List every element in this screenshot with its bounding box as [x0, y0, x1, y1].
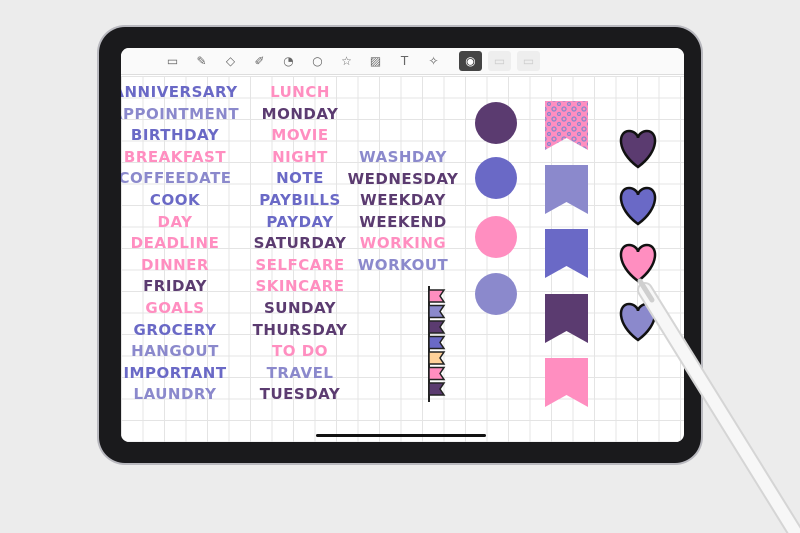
- sticker-word[interactable]: IMPORTANT: [123, 364, 226, 382]
- sticker-word[interactable]: PAYDAY: [266, 213, 333, 231]
- sticker-word[interactable]: PAYBILLS: [259, 191, 341, 209]
- sticker-word[interactable]: SUNDAY: [264, 299, 336, 317]
- mini-flag[interactable]: [428, 351, 446, 365]
- sticker-word[interactable]: GOALS: [145, 299, 204, 317]
- sticker-word[interactable]: DEADLINE: [131, 234, 220, 252]
- heart-sticker[interactable]: [619, 186, 657, 226]
- banner-sticker[interactable]: [545, 229, 588, 278]
- sticker-word[interactable]: TRAVEL: [267, 364, 334, 382]
- text-icon[interactable]: T: [393, 51, 416, 71]
- sticker-word[interactable]: TO DO: [272, 342, 328, 360]
- pen-icon[interactable]: ✎: [190, 51, 213, 71]
- banner-sticker[interactable]: [545, 358, 588, 407]
- app-screen: ▭ ✎ ◇ ✐ ◔ ○ ☆ ▨ T ✧ ◉ ▭ ▭ ANNIVERSARY APPOINTMENT BIRT…: [121, 48, 684, 442]
- mini-flag[interactable]: [428, 289, 446, 303]
- sticker-word[interactable]: FRIDAY: [143, 277, 207, 295]
- color-circle[interactable]: [475, 102, 517, 144]
- lasso-icon[interactable]: ○: [306, 51, 329, 71]
- pages-icon[interactable]: ▭: [161, 51, 184, 71]
- sticker-word[interactable]: LAUNDRY: [134, 385, 217, 403]
- mini-flag[interactable]: [428, 366, 446, 381]
- sticker-word[interactable]: HANGOUT: [131, 342, 219, 360]
- home-indicator: [316, 434, 486, 437]
- sticker-word[interactable]: APPOINTMENT: [121, 105, 239, 123]
- color-circle[interactable]: [475, 273, 517, 315]
- sticker-word[interactable]: BIRTHDAY: [131, 126, 219, 144]
- banner-sticker[interactable]: [545, 101, 588, 150]
- photo-icon[interactable]: ▭: [488, 51, 511, 71]
- mini-flag[interactable]: [428, 304, 446, 319]
- image-icon[interactable]: ▨: [364, 51, 387, 71]
- sticker-word[interactable]: DAY: [158, 213, 193, 231]
- sticker-word[interactable]: WEEKDAY: [360, 191, 446, 209]
- sticker-word[interactable]: WORKING: [360, 234, 446, 252]
- sticker-word[interactable]: LUNCH: [270, 83, 330, 101]
- sticker-word[interactable]: SELFCARE: [255, 256, 344, 274]
- sticker-word[interactable]: WEEKEND: [359, 213, 446, 231]
- mini-flag[interactable]: [428, 382, 446, 396]
- sticker-word[interactable]: BREAKFAST: [124, 148, 226, 166]
- sticker-word[interactable]: SATURDAY: [254, 234, 347, 252]
- banner-sticker[interactable]: [545, 294, 588, 343]
- camera-icon[interactable]: ◉: [459, 51, 482, 71]
- sticker-word[interactable]: THURSDAY: [253, 321, 348, 339]
- sticker-word[interactable]: MOVIE: [271, 126, 328, 144]
- toolbar: ▭ ✎ ◇ ✐ ◔ ○ ☆ ▨ T ✧ ◉ ▭ ▭: [121, 48, 684, 75]
- heart-sticker[interactable]: [619, 302, 657, 342]
- note-canvas[interactable]: ANNIVERSARY APPOINTMENT BIRTHDAY BREAKFAST C…: [121, 76, 684, 442]
- sticker-word[interactable]: COOK: [150, 191, 200, 209]
- sticker-word[interactable]: COFFEEDATE: [121, 169, 232, 187]
- sticker-word[interactable]: TUESDAY: [260, 385, 340, 403]
- sticker-word[interactable]: WEDNESDAY: [348, 170, 459, 188]
- color-circle[interactable]: [475, 216, 517, 258]
- laser-pointer-icon[interactable]: ✧: [422, 51, 445, 71]
- mini-flag[interactable]: [428, 320, 446, 334]
- more-icon[interactable]: ▭: [517, 51, 540, 71]
- shapes-icon[interactable]: ◔: [277, 51, 300, 71]
- mini-flag[interactable]: [428, 335, 446, 350]
- sticker-word[interactable]: NIGHT: [272, 148, 328, 166]
- banner-sticker[interactable]: [545, 165, 588, 214]
- color-circle[interactable]: [475, 157, 517, 199]
- sticker-word[interactable]: SKINCARE: [256, 277, 345, 295]
- sticker-word[interactable]: ANNIVERSARY: [121, 83, 238, 101]
- sticker-icon[interactable]: ☆: [335, 51, 358, 71]
- sticker-word[interactable]: WORKOUT: [358, 256, 448, 274]
- sticker-word[interactable]: DINNER: [141, 256, 209, 274]
- heart-sticker[interactable]: [619, 129, 657, 169]
- sticker-word[interactable]: GROCERY: [134, 321, 217, 339]
- heart-sticker[interactable]: [619, 243, 657, 283]
- sticker-word[interactable]: NOTE: [276, 169, 324, 187]
- highlighter-icon[interactable]: ✐: [248, 51, 271, 71]
- eraser-icon[interactable]: ◇: [219, 51, 242, 71]
- sticker-word[interactable]: MONDAY: [262, 105, 339, 123]
- sticker-word[interactable]: WASHDAY: [359, 148, 447, 166]
